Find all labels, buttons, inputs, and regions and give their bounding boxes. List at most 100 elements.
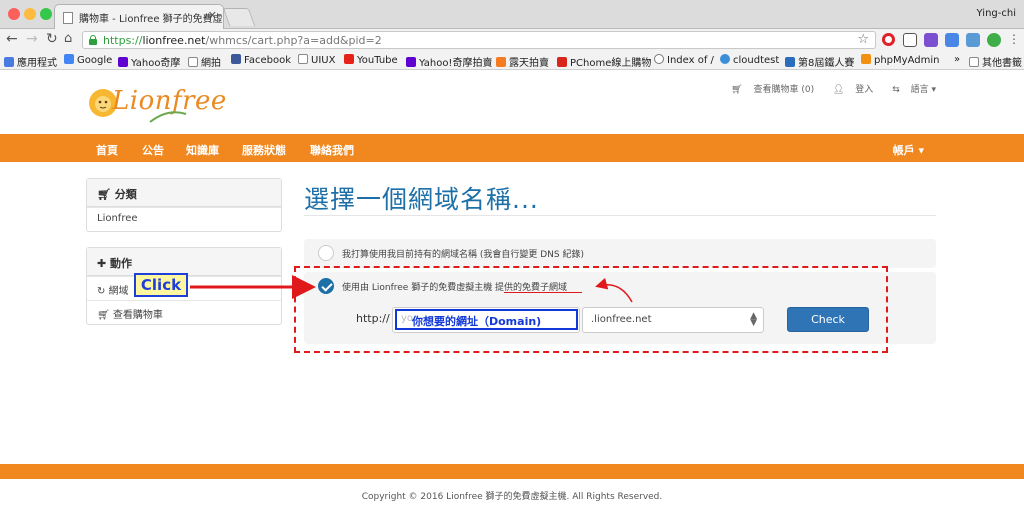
bookmark-facebook[interactable]: Facebook xyxy=(231,54,291,66)
bookmark-apps[interactable]: 應用程式 xyxy=(4,54,57,69)
browser-tab-bar: 購物車 - Lionfree 獅子的免費虛 ✕ Ying-chi xyxy=(0,0,1024,29)
ruten-icon xyxy=(496,57,506,67)
back-icon[interactable]: ← xyxy=(6,31,18,47)
bookmark-label: 第8屆鐵人賽 xyxy=(798,58,855,69)
address-bar[interactable]: https://lionfree.net/whmcs/cart.php?a=ad… xyxy=(82,31,876,49)
bookmark-pchome[interactable]: PChome線上購物 xyxy=(557,54,651,69)
tab-close-icon[interactable]: ✕ xyxy=(208,9,217,22)
bookmark-star-icon[interactable]: ☆ xyxy=(857,32,869,47)
bookmarks-more-icon[interactable]: » xyxy=(954,54,960,65)
view-cart-link[interactable]: 🛒︎ 查看購物車 (0) xyxy=(723,85,814,95)
refresh-icon: ↻ xyxy=(97,286,109,297)
highlight-underline xyxy=(504,292,582,293)
cart-icon: 🛒︎ xyxy=(731,85,746,95)
option-own-domain-label: 我打算使用我目前持有的網域名稱 (我會自行變更 DNS 紀錄) xyxy=(342,250,584,260)
maximize-window-icon[interactable] xyxy=(40,8,52,20)
option-own-domain[interactable]: 我打算使用我目前持有的網域名稱 (我會自行變更 DNS 紀錄) xyxy=(304,239,936,268)
bookmark-label: 其他書籤 xyxy=(982,58,1022,69)
action-label: 查看購物車 xyxy=(112,310,163,321)
user-icon: 👤︎ xyxy=(833,85,848,95)
bookmark-youtube[interactable]: YouTube xyxy=(344,54,398,66)
top-links: 🛒︎ 查看購物車 (0) 👤︎ 登入 ⇆ 語言 ▾ xyxy=(715,82,936,95)
forward-icon[interactable]: → xyxy=(26,31,38,47)
phpmyadmin-icon xyxy=(861,54,871,64)
bookmark-cloudtest[interactable]: cloudtest xyxy=(720,54,779,66)
bookmarks-bar: 應用程式 Google Yahoo奇摩 網拍 Facebook UIUX You… xyxy=(0,51,1024,70)
action-item-view-cart[interactable]: 🛒︎ 查看購物車 xyxy=(87,300,281,324)
folder-icon xyxy=(188,57,198,67)
extension-purple-icon[interactable] xyxy=(924,33,938,47)
bookmark-google[interactable]: Google xyxy=(64,54,112,66)
screenshot-icon[interactable] xyxy=(903,33,917,47)
bookmark-label: Facebook xyxy=(244,55,291,66)
bookmark-label: 應用程式 xyxy=(17,58,57,69)
language-dropdown[interactable]: ⇆ 語言 ▾ xyxy=(884,85,936,95)
url-text[interactable]: https://lionfree.net/whmcs/cart.php?a=ad… xyxy=(103,34,382,47)
domain-hint-annotation: 你想要的網址（Domain) xyxy=(412,315,542,328)
footer-bar xyxy=(0,464,1024,479)
categories-header: 🛒︎ 分類 xyxy=(87,179,281,207)
bookmark-ruten[interactable]: 露天拍賣 xyxy=(496,54,549,69)
lock-icon xyxy=(89,35,97,45)
bookmark-folder-auction[interactable]: 網拍 xyxy=(188,54,221,69)
site-logo[interactable]: Lionfree xyxy=(86,80,226,126)
url-protocol: https:// xyxy=(103,34,143,47)
apps-icon xyxy=(4,57,14,67)
bookmark-label: PChome線上購物 xyxy=(570,58,652,69)
categories-panel: 🛒︎ 分類 Lionfree xyxy=(86,178,282,232)
login-label: 登入 xyxy=(855,85,874,95)
refresh-extension-icon[interactable] xyxy=(987,33,1001,47)
facebook-icon xyxy=(231,54,241,64)
page-title: 選擇一個網域名稱... xyxy=(304,185,539,214)
bookmark-label: Yahoo奇摩 xyxy=(131,58,181,69)
radio-own-domain[interactable] xyxy=(318,245,334,261)
browser-toolbar: ← → ↻ ⌂ https://lionfree.net/whmcs/cart.… xyxy=(0,29,1024,51)
leaf-icon xyxy=(149,111,187,123)
bookmark-phpmyadmin[interactable]: phpMyAdmin xyxy=(861,54,939,66)
click-annotation: Click xyxy=(134,273,188,297)
bookmark-other[interactable]: 其他書籤 xyxy=(969,54,1022,69)
nav-announcements[interactable]: 公告 xyxy=(142,142,164,158)
bookmark-label: Google xyxy=(77,55,113,66)
home-icon[interactable]: ⌂ xyxy=(64,31,72,47)
new-tab-button[interactable] xyxy=(222,8,256,26)
opera-icon[interactable] xyxy=(882,33,895,46)
nav-contact[interactable]: 聯絡我們 xyxy=(310,142,354,158)
pchome-icon xyxy=(557,57,567,67)
title-divider xyxy=(304,215,936,216)
action-label: 網域 xyxy=(108,286,129,297)
bookmark-yahoo-auction[interactable]: Yahoo!奇摩拍賣 xyxy=(406,54,492,69)
nav-knowledgebase[interactable]: 知識庫 xyxy=(186,142,219,158)
bookmark-index[interactable]: Index of / xyxy=(654,54,714,66)
main-navbar: 首頁 公告 知識庫 服務狀態 聯絡我們 帳戶 ▾ xyxy=(0,134,1024,162)
bookmark-label: 網拍 xyxy=(201,58,221,69)
category-label: Lionfree xyxy=(97,213,138,224)
categories-title: 分類 xyxy=(114,188,137,201)
folder-icon xyxy=(298,54,308,64)
url-host: lionfree.net xyxy=(142,34,206,47)
nav-home[interactable]: 首頁 xyxy=(96,142,118,158)
nav-service-status[interactable]: 服務狀態 xyxy=(242,142,286,158)
minimize-window-icon[interactable] xyxy=(24,8,36,20)
page-icon xyxy=(63,12,73,24)
close-window-icon[interactable] xyxy=(8,8,20,20)
bookmark-yahoo[interactable]: Yahoo奇摩 xyxy=(118,54,180,69)
caret-down-icon: ▾ xyxy=(918,144,924,157)
bookmark-label: UIUX xyxy=(311,55,336,66)
account-label: 帳戶 xyxy=(892,144,915,157)
bookmark-folder-uiux[interactable]: UIUX xyxy=(298,54,335,66)
extension-box-icon[interactable] xyxy=(966,33,980,47)
cart-icon: 🛒︎ xyxy=(97,188,115,201)
bookmark-ithome[interactable]: 第8屆鐵人賽 xyxy=(785,54,854,69)
bookmark-label: Yahoo!奇摩拍賣 xyxy=(419,58,493,69)
translate-icon[interactable] xyxy=(945,33,959,47)
tab-title: 購物車 - Lionfree 獅子的免費虛 xyxy=(79,14,223,25)
reload-icon[interactable]: ↻ xyxy=(46,31,58,47)
browser-tab[interactable]: 購物車 - Lionfree 獅子的免費虛 ✕ xyxy=(54,4,224,29)
login-link[interactable]: 👤︎ 登入 xyxy=(825,85,873,95)
account-dropdown[interactable]: 帳戶 ▾ xyxy=(893,142,924,158)
menu-icon[interactable]: ⋮ xyxy=(1008,31,1020,47)
category-item-lionfree[interactable]: Lionfree xyxy=(87,207,281,231)
actions-header: ✚ 動作 xyxy=(87,248,281,276)
profile-name[interactable]: Ying-chi xyxy=(977,8,1016,19)
